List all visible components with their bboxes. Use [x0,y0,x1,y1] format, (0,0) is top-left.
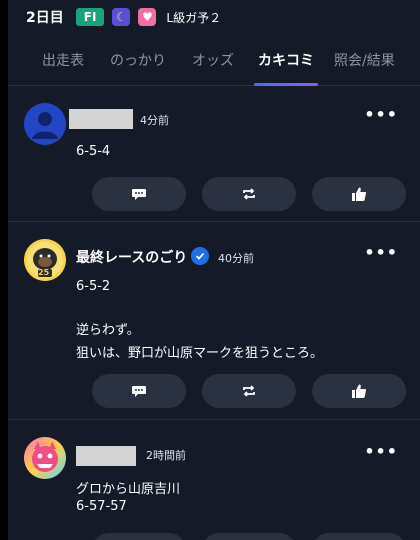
avatar[interactable]: 25 [24,239,66,281]
comment-icon [132,189,146,200]
username-redacted[interactable] [76,446,136,466]
post-actions [92,177,406,211]
default-user-icon [24,103,66,145]
tab-bar: 出走表 のっかり オッズ カキコミ 照会/結果 [8,34,420,86]
tab-entries[interactable]: 出走表 [42,34,84,86]
avatar[interactable] [24,103,66,145]
grade-badge: FI [75,8,105,26]
comment-button[interactable] [92,374,186,408]
repost-icon [243,385,255,397]
post-text: 逆らわず。 [76,323,140,338]
more-options-icon[interactable]: ••• [364,442,398,461]
repost-button[interactable] [202,374,296,408]
post-text: 6-57-57 [76,499,127,514]
post-text: 6-5-2 [76,279,111,294]
post-time: 40分前 [218,252,254,265]
post-text: 6-5-4 [76,144,111,159]
tab-results[interactable]: 照会/結果 [334,34,395,86]
post-text: グロから山原吉川 [76,482,181,497]
post: 4分前 ••• 6-5-4 [8,87,420,222]
username-redacted[interactable] [69,109,133,129]
comment-button[interactable] [92,533,186,540]
race-name: L級ガ予２ [166,10,222,25]
tab-label: 出走表 [42,52,84,69]
like-button[interactable] [312,533,406,540]
active-tab-indicator [254,82,318,86]
repost-icon [243,188,255,200]
repost-button[interactable] [202,533,296,540]
like-icon [352,187,367,202]
app-frame: 2日目 FI ☾ ♥ L級ガ予２ 出走表 のっかり オッズ カキコミ 照会/結果 [8,0,420,540]
moon-icon: ☾ [112,8,131,26]
verified-badge-icon [191,247,209,265]
post-actions [92,533,406,540]
comment-icon [132,386,146,397]
post: 2時間前 ••• グロから山原吉川 6-57-57 [8,421,420,540]
tab-label: カキコミ [258,52,314,69]
comment-button[interactable] [92,177,186,211]
race-day: 2日目 [26,10,64,26]
avatar[interactable] [24,437,66,479]
post-time: 4分前 [140,114,169,127]
heart-icon: ♥ [138,8,157,26]
tab-comments[interactable]: カキコミ [254,34,318,86]
username[interactable]: 最終レースのごり [76,247,187,267]
post-text: 狙いは、野口が山原マークを狙うところ。 [76,346,324,361]
post-actions [92,374,406,408]
race-header: 2日目 FI ☾ ♥ L級ガ予２ [8,0,420,34]
tab-label: オッズ [192,52,234,69]
post-time: 2時間前 [146,449,186,462]
avatar-number: 25 [38,268,50,277]
repost-button[interactable] [202,177,296,211]
like-button[interactable] [312,177,406,211]
more-options-icon[interactable]: ••• [364,243,398,262]
more-options-icon[interactable]: ••• [364,105,398,124]
like-button[interactable] [312,374,406,408]
like-icon [352,384,367,399]
monster-avatar-icon [24,437,66,479]
tab-odds[interactable]: オッズ [192,34,234,86]
tab-label: のっかり [110,52,166,69]
tab-nokkari[interactable]: のっかり [110,34,166,86]
tab-label: 照会/結果 [334,52,395,69]
post: 25 最終レースのごり 40分前 ••• 6-5-2 逆らわず。 狙いは、野口が… [8,223,420,420]
